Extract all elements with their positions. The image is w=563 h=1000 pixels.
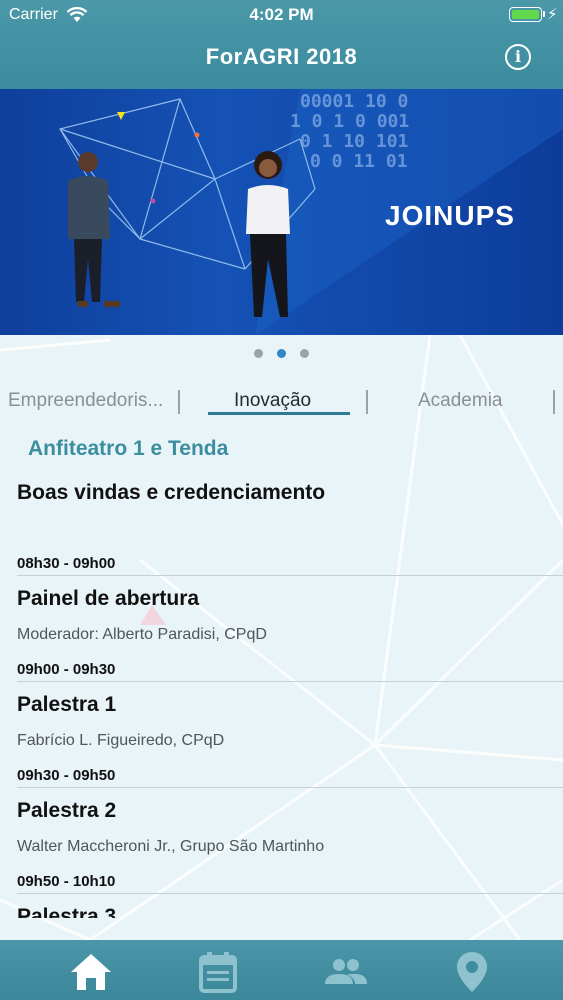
session-speaker: Walter Maccheroni Jr., Grupo São Martinh… <box>17 838 325 855</box>
status-bar: Carrier 4:02 PM ⚡ <box>0 0 563 30</box>
event-banner[interactable]: 00001 10 0 1 0 1 0 001 0 1 10 101 0 0 11… <box>0 89 563 335</box>
tab-separator <box>553 390 555 414</box>
session-time: 09h00 - 09h30 <box>17 661 116 678</box>
tab-academia[interactable]: Academia <box>418 390 503 412</box>
session-title: Palestra 2 <box>17 799 117 822</box>
status-time: 4:02 PM <box>249 5 314 24</box>
svg-text:1 0 1 0 001: 1 0 1 0 001 <box>290 111 409 132</box>
info-icon[interactable]: i <box>505 44 531 70</box>
venue-heading: Anfiteatro 1 e Tenda <box>28 437 229 460</box>
session-time: 09h30 - 09h50 <box>17 767 116 784</box>
people-icon[interactable] <box>323 950 367 994</box>
session-speaker: Fabrício L. Figueiredo, CPqD <box>17 732 225 749</box>
battery-cap <box>543 11 545 17</box>
banner-page-indicator[interactable] <box>254 349 309 358</box>
page-dot-2[interactable] <box>277 349 286 358</box>
page-title: ForAGRI 2018 <box>205 44 358 69</box>
session-speaker: Moderador: Alberto Paradisi, CPqD <box>17 626 267 643</box>
tab-separator <box>366 390 368 414</box>
svg-text:0 0 11 01: 0 0 11 01 <box>310 151 408 172</box>
session-title: Painel de abertura <box>17 587 200 610</box>
divider <box>17 893 563 894</box>
svg-text:00001 10 0: 00001 10 0 <box>300 91 408 112</box>
session-time: 09h50 - 10h10 <box>17 873 116 890</box>
banner-text: JOINUPS <box>385 200 515 231</box>
track-tabs: Empreendedoris... Inovação Academia <box>0 388 563 420</box>
tab-inovacao[interactable]: Inovação <box>234 390 311 412</box>
session-title: Palestra 3 <box>17 905 117 918</box>
tab-separator <box>178 390 180 414</box>
divider <box>17 575 563 576</box>
page-dot-1[interactable] <box>254 349 263 358</box>
active-tab-indicator <box>208 412 350 415</box>
session-title: Palestra 1 <box>17 693 117 716</box>
divider <box>17 681 563 682</box>
page-dot-3[interactable] <box>300 349 309 358</box>
svg-text:0 1 10 101: 0 1 10 101 <box>300 131 408 152</box>
charging-icon: ⚡ <box>547 6 558 23</box>
session-title: Boas vindas e credenciamento <box>17 481 326 504</box>
divider <box>17 787 563 788</box>
bottom-tab-bar <box>0 940 563 1000</box>
session-time: 08h30 - 09h00 <box>17 555 116 572</box>
tab-empreendedorismo[interactable]: Empreendedoris... <box>8 390 163 412</box>
location-pin-icon[interactable] <box>450 950 494 994</box>
navigation-bar: Carrier 4:02 PM ⚡ ForAGRI 2018 i <box>0 0 563 89</box>
schedule-list[interactable]: Anfiteatro 1 e Tenda Boas vindas e crede… <box>0 425 563 918</box>
home-icon[interactable] <box>69 950 113 994</box>
battery-icon <box>509 7 542 22</box>
calendar-icon[interactable] <box>196 950 240 994</box>
